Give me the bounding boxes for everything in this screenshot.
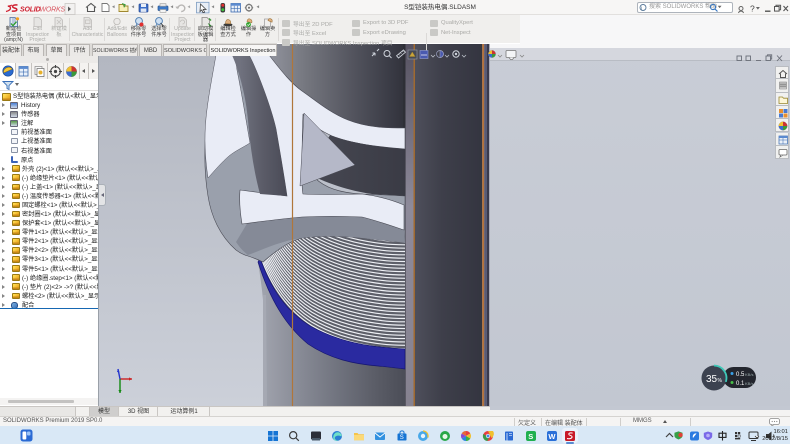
svg-text:0.5: 0.5 [736,372,745,378]
svg-text:%: % [718,378,723,384]
svg-text:35: 35 [706,374,718,385]
svg-text:?: ? [750,4,755,14]
svg-text:S: S [399,435,403,441]
svg-text:KB/s: KB/s [745,372,753,377]
svg-text:W: W [548,432,556,441]
svg-text:i: i [641,6,642,12]
svg-text:S: S [528,432,533,441]
svg-text:0.1: 0.1 [736,381,745,387]
svg-text:KB/s: KB/s [745,381,753,386]
